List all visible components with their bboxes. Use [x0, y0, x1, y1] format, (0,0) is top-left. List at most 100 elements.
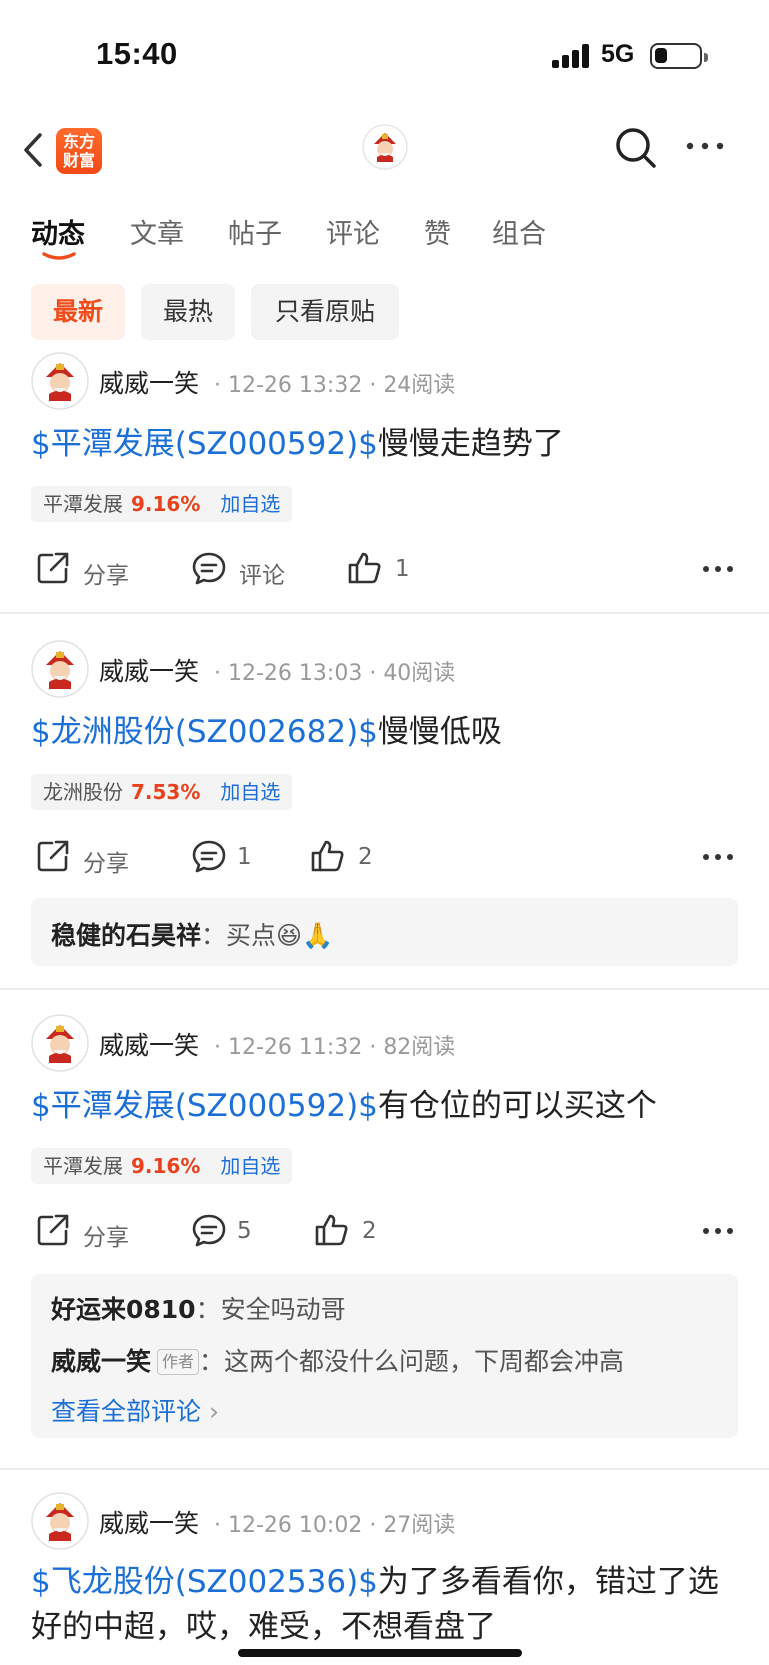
post-text: 有仓位的可以买这个	[377, 1088, 657, 1124]
post-content[interactable]: $龙洲股份(SZ002682)$慢慢低吸	[31, 710, 741, 755]
post-time: 12-26 13:03	[228, 661, 363, 686]
post-card: 威威一笑 · 12-26 13:03 · 40阅读 $龙洲股份(SZ002682…	[0, 636, 769, 990]
profile-avatar-icon[interactable]	[362, 124, 408, 170]
add-watchlist-button[interactable]: 加自选	[220, 780, 280, 804]
tab-bar: 动态 文章 帖子 评论 赞 组合	[0, 198, 769, 268]
read-count: 27阅读	[383, 1513, 456, 1538]
more-icon[interactable]	[684, 134, 728, 158]
post-meta: · 12-26 10:02 · 27阅读	[214, 1513, 456, 1538]
stock-link[interactable]: $平潭发展(SZ000592)$	[31, 426, 378, 462]
comment-item: 稳健的石昊祥：买点😆🙏	[51, 921, 334, 950]
add-watchlist-button[interactable]: 加自选	[220, 492, 280, 516]
comment-text: 这两个都没什么问题，下周都会冲高	[224, 1347, 625, 1376]
post-content[interactable]: $平潭发展(SZ000592)$有仓位的可以买这个	[31, 1084, 741, 1129]
stock-chip-change: 9.16%	[131, 1154, 201, 1178]
filter-hot[interactable]: 最热	[141, 284, 235, 340]
like-button[interactable]: 2	[310, 838, 390, 874]
stock-link[interactable]: $平潭发展(SZ000592)$	[31, 1088, 378, 1124]
thumbs-up-icon	[348, 552, 381, 584]
post-content[interactable]: $平潭发展(SZ000592)$慢慢走趋势了	[31, 422, 741, 467]
read-count: 82阅读	[383, 1035, 456, 1060]
post-card: 威威一笑 · 12-26 11:32 · 82阅读 $平潭发展(SZ000592…	[0, 1012, 769, 1456]
logo-text-1: 东方	[62, 132, 95, 151]
filter-original-only[interactable]: 只看原贴	[251, 284, 399, 340]
like-button[interactable]: 1	[347, 550, 427, 586]
comment-button[interactable]: 5	[191, 1212, 271, 1248]
thumbs-up-icon	[311, 840, 344, 872]
share-label: 分享	[83, 563, 129, 589]
post-divider	[0, 1468, 769, 1470]
comment-user[interactable]: 威威一笑	[51, 1347, 151, 1376]
stock-link[interactable]: $飞龙股份(SZ002536)$	[31, 1564, 378, 1600]
comment-preview[interactable]: 好运来0810：安全吗动哥 威威一笑 作者 ：这两个都没什么问题，下周都会冲高 查看…	[31, 1274, 738, 1438]
share-button[interactable]: 分享	[35, 838, 145, 877]
author-badge: 作者	[157, 1349, 200, 1375]
read-count: 40阅读	[383, 661, 456, 686]
tab-posts[interactable]: 帖子	[228, 212, 282, 251]
filter-latest[interactable]: 最新	[31, 284, 125, 340]
tab-likes[interactable]: 赞	[424, 212, 451, 251]
share-button[interactable]: 分享	[35, 1212, 145, 1251]
author-avatar[interactable]	[31, 640, 89, 698]
share-icon	[37, 552, 69, 584]
more-icon[interactable]	[702, 852, 734, 862]
post-text: 慢慢走趋势了	[377, 426, 564, 462]
post-divider	[0, 612, 769, 614]
author-name[interactable]: 威威一笑	[99, 1026, 199, 1062]
author-name[interactable]: 威威一笑	[99, 1504, 199, 1540]
like-count: 2	[358, 844, 373, 870]
share-icon	[37, 1214, 69, 1246]
stock-chip[interactable]: 平潭发展 9.16% 加自选	[31, 1148, 293, 1184]
more-icon[interactable]	[702, 564, 734, 574]
post-meta: · 12-26 11:32 · 82阅读	[214, 1035, 456, 1060]
post-card: 威威一笑 · 12-26 13:32 · 24阅读 $平潭发展(SZ000592…	[0, 348, 769, 614]
search-icon[interactable]	[612, 124, 660, 172]
active-tab-indicator	[42, 252, 76, 260]
comment-icon	[192, 1214, 226, 1247]
comment-count: 1	[237, 844, 252, 870]
tab-comments[interactable]: 评论	[326, 212, 380, 251]
comment-count: 5	[237, 1218, 252, 1244]
app-logo[interactable]: 东方 财富	[56, 128, 102, 174]
nav-bar: 东方 财富	[0, 110, 769, 190]
add-watchlist-button[interactable]: 加自选	[220, 1154, 280, 1178]
post-card: 威威一笑 · 12-26 10:02 · 27阅读 $飞龙股份(SZ002536…	[0, 1490, 769, 1665]
signal-icon	[552, 44, 592, 68]
stock-chip[interactable]: 龙洲股份 7.53% 加自选	[31, 774, 293, 810]
back-icon[interactable]	[18, 130, 54, 170]
stock-chip[interactable]: 平潭发展 9.16% 加自选	[31, 486, 293, 522]
post-content[interactable]: $飞龙股份(SZ002536)$为了多看看你，错过了选好的中超，哎，难受，不想看…	[31, 1560, 741, 1650]
tab-dynamic[interactable]: 动态	[31, 212, 85, 251]
comment-text: 买点😆🙏	[226, 921, 334, 950]
network-label: 5G	[601, 40, 635, 68]
author-avatar[interactable]	[31, 352, 89, 410]
stock-chip-name: 平潭发展	[43, 492, 123, 516]
chevron-right-icon: ›	[208, 1397, 219, 1426]
post-meta: · 12-26 13:32 · 24阅读	[214, 373, 456, 398]
post-divider	[0, 988, 769, 990]
more-icon[interactable]	[702, 1226, 734, 1236]
author-name[interactable]: 威威一笑	[99, 652, 199, 688]
like-button[interactable]: 2	[314, 1212, 394, 1248]
comment-button[interactable]: 评论	[191, 550, 301, 589]
author-name[interactable]: 威威一笑	[99, 364, 199, 400]
share-label: 分享	[83, 1225, 129, 1251]
comment-user[interactable]: 稳健的石昊祥	[51, 921, 201, 950]
post-text: 慢慢低吸	[377, 714, 502, 750]
comment-button[interactable]: 1	[191, 838, 271, 874]
comment-text: 安全吗动哥	[220, 1295, 346, 1324]
comment-preview[interactable]: 稳健的石昊祥：买点😆🙏	[31, 898, 738, 966]
author-avatar[interactable]	[31, 1492, 89, 1550]
share-button[interactable]: 分享	[35, 550, 145, 589]
post-meta: · 12-26 13:03 · 40阅读	[214, 661, 456, 686]
tab-portfolio[interactable]: 组合	[492, 212, 546, 251]
view-all-comments-link[interactable]: 查看全部评论 ›	[51, 1392, 219, 1428]
comment-icon	[192, 840, 226, 873]
stock-link[interactable]: $龙洲股份(SZ002682)$	[31, 714, 378, 750]
share-label: 分享	[83, 851, 129, 877]
comment-user[interactable]: 好运来0810	[51, 1295, 196, 1324]
tab-articles[interactable]: 文章	[130, 212, 184, 251]
author-avatar[interactable]	[31, 1014, 89, 1072]
status-bar: 15:40 5G	[0, 0, 769, 110]
read-count: 24阅读	[383, 373, 456, 398]
